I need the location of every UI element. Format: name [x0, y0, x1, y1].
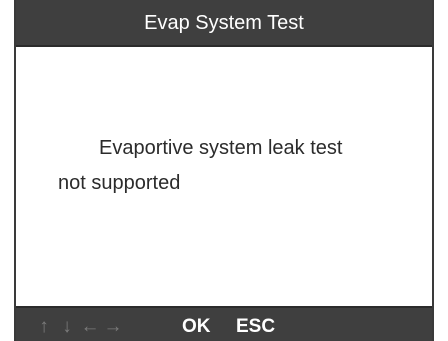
esc-button[interactable]: ESC — [236, 315, 275, 339]
right-arrow-icon[interactable]: → — [103, 316, 123, 338]
down-arrow-icon[interactable]: ↓ — [57, 316, 77, 338]
message-panel: Evaportive system leak test not supporte… — [16, 47, 432, 306]
page-title: Evap System Test — [144, 12, 304, 34]
device-frame: Evap System Test Evaportive system leak … — [0, 0, 448, 341]
ok-button[interactable]: OK — [182, 315, 211, 339]
title-bar: Evap System Test — [16, 0, 432, 47]
up-arrow-icon[interactable]: ↑ — [34, 316, 54, 338]
footer-bar: ↑ ↓ ← → OK ESC — [16, 306, 432, 341]
diagnostic-screen: Evap System Test Evaportive system leak … — [14, 0, 434, 341]
status-message-line-1: Evaportive system leak test — [99, 137, 343, 159]
status-message-line-2: not supported — [58, 172, 181, 194]
navigation-arrows: ↑ ↓ ← → — [34, 314, 123, 340]
left-arrow-icon[interactable]: ← — [80, 316, 100, 338]
